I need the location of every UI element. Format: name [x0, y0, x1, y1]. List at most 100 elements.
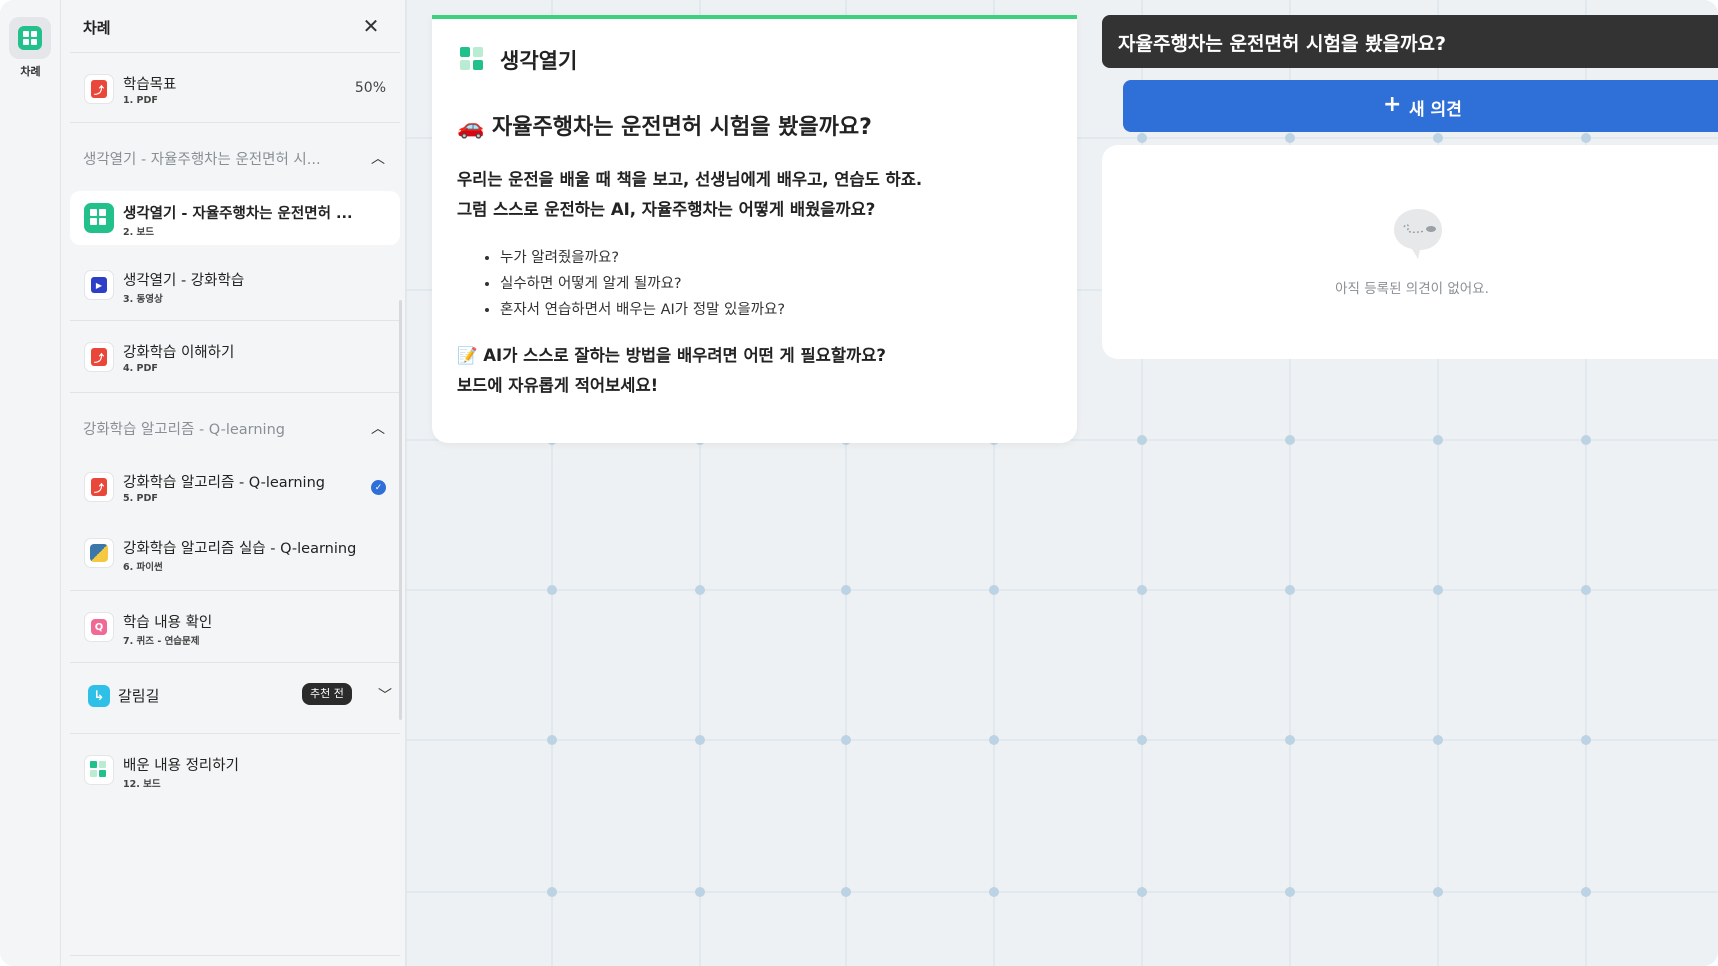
- check-icon: ✓: [371, 480, 386, 495]
- board-icon: [460, 47, 484, 71]
- grid-dot: [1137, 735, 1147, 745]
- grid-dot: [841, 887, 851, 897]
- progress-label: 50%: [354, 80, 386, 96]
- divider: [70, 52, 400, 53]
- grid-dot: [1581, 133, 1591, 143]
- toc-item-learning-goals[interactable]: ⤴ 학습목표 1. PDF 50%: [70, 62, 400, 116]
- toc-item-title: 학습 내용 확인: [123, 615, 213, 631]
- toc-item-sub: 3. 동영상: [123, 294, 163, 305]
- chevron-up-icon: ︿: [371, 151, 385, 167]
- grid-dot: [1433, 133, 1443, 143]
- list-item: 실수하면 어떻게 알게 될까요?: [500, 271, 785, 297]
- left-rail: 차례: [0, 0, 61, 966]
- branch-label: 갈림길: [118, 687, 160, 705]
- grid-dot: [1433, 435, 1443, 445]
- toc-item-pdf[interactable]: ⤴ 강화학습 알고리즘 - Q-learning 5. PDF ✓: [70, 460, 400, 514]
- grid-dot: [547, 735, 557, 745]
- grid-dot: [841, 585, 851, 595]
- grid-dot: [1581, 735, 1591, 745]
- toc-item-pdf[interactable]: ⤴ 강화학습 이해하기 4. PDF: [70, 330, 400, 384]
- toc-item-video[interactable]: ▶ 생각열기 - 강화학습 3. 동영상: [70, 258, 400, 312]
- divider: [70, 320, 400, 321]
- grid-dot: [1581, 887, 1591, 897]
- chevron-down-icon[interactable]: ﹀: [378, 685, 392, 705]
- card-bullet-list: 누가 알려줬을까요? 실수하면 어떻게 알게 될까요? 혼자서 연습하면서 배우…: [482, 245, 785, 323]
- list-item: 누가 알려줬을까요?: [500, 245, 785, 271]
- card-title: 생각열기: [500, 49, 578, 73]
- sidebar-title: 차례: [83, 19, 111, 37]
- toc-item-board-active[interactable]: 생각열기 - 자율주행차는 운전면허 ... 2. 보드: [70, 191, 400, 245]
- grid-dot: [1581, 435, 1591, 445]
- empty-state-text: 아직 등록된 의견이 없어요.: [1335, 281, 1489, 297]
- toc-section-header[interactable]: 강화학습 알고리즘 - Q-learning ︿: [83, 418, 393, 440]
- card-footer-line: 📝 AI가 스스로 잘하는 방법을 배우려면 어떤 게 필요할까요?: [457, 346, 886, 365]
- close-icon[interactable]: ✕: [359, 14, 383, 38]
- grid-dot: [1433, 887, 1443, 897]
- grid-dot: [1285, 435, 1295, 445]
- toc-item-python[interactable]: 강화학습 알고리즘 실습 - Q-learning 6. 파이썬: [70, 526, 400, 580]
- divider: [70, 392, 400, 393]
- grid-dot: [989, 735, 999, 745]
- card-paragraph: 우리는 운전을 배울 때 책을 보고, 선생님에게 배우고, 연습도 하죠. 그…: [457, 165, 922, 225]
- card-footer: 📝 AI가 스스로 잘하는 방법을 배우려면 어떤 게 필요할까요? 보드에 자…: [457, 341, 886, 401]
- board-icon: [84, 755, 114, 785]
- grid-dot: [695, 887, 705, 897]
- section-label: 생각열기 - 자율주행차는 운전면허 시...: [83, 152, 321, 168]
- board-icon: [18, 26, 42, 50]
- new-opinion-label: 새 의견: [1409, 100, 1462, 120]
- new-opinion-button[interactable]: + 새 의견: [1123, 80, 1718, 132]
- toc-item-sub: 5. PDF: [123, 493, 158, 504]
- card-paragraph-line: 그럼 스스로 운전하는 AI, 자율주행차는 어떻게 배웠을까요?: [457, 200, 876, 219]
- toc-item-title: 생각열기 - 자율주행차는 운전면허 ...: [123, 206, 353, 222]
- branch-icon: ↳: [84, 681, 114, 711]
- grid-dot: [1285, 133, 1295, 143]
- grid-dot: [1433, 735, 1443, 745]
- grid-dot: [547, 585, 557, 595]
- python-icon: [84, 538, 114, 568]
- toc-item-board[interactable]: 배운 내용 정리하기 12. 보드: [70, 743, 400, 797]
- sidebar-scrollbar[interactable]: [399, 300, 402, 720]
- toc-item-sub: 2. 보드: [123, 227, 155, 238]
- grid-dot: [1285, 735, 1295, 745]
- divider: [70, 590, 400, 591]
- grid-dot: [989, 887, 999, 897]
- opinion-panel-header: 자율주행차는 운전면허 시험을 봤을까요?: [1102, 15, 1718, 68]
- toc-item-title: 생각열기 - 강화학습: [123, 273, 245, 289]
- toc-item-sub: 4. PDF: [123, 363, 158, 374]
- card-footer-line: 보드에 자유롭게 적어보세요!: [457, 376, 659, 395]
- toc-item-title: 배운 내용 정리하기: [123, 758, 239, 774]
- toc-item-sub: 7. 퀴즈 - 연습문제: [123, 636, 200, 647]
- toc-item-title: 학습목표: [123, 77, 177, 93]
- grid-dot: [1285, 887, 1295, 897]
- grid-dot: [841, 735, 851, 745]
- toc-rail-button[interactable]: [9, 17, 51, 59]
- opinion-list-empty: 아직 등록된 의견이 없어요.: [1102, 145, 1718, 359]
- toc-item-title: 강화학습 알고리즘 실습 - Q-learning: [123, 541, 357, 557]
- empty-speech-bubble-icon: [1394, 209, 1442, 259]
- pdf-icon: ⤴: [84, 342, 114, 372]
- grid-dot: [989, 585, 999, 595]
- status-badge: 추천 전: [302, 683, 352, 705]
- rail-label: 차례: [20, 65, 41, 78]
- grid-dot: [1285, 585, 1295, 595]
- toc-sidebar: 차례 ✕ ⤴ 학습목표 1. PDF 50% 생각열기 - 자율주행차는 운전면…: [61, 0, 406, 966]
- chevron-up-icon: ︿: [371, 421, 385, 437]
- toc-branch[interactable]: ↳ 갈림길 추천 전 ﹀: [70, 673, 400, 717]
- toc-section-header[interactable]: 생각열기 - 자율주행차는 운전면허 시... ︿: [83, 148, 393, 170]
- grid-dot: [1137, 585, 1147, 595]
- section-label: 강화학습 알고리즘 - Q-learning: [83, 422, 285, 438]
- divider: [70, 955, 400, 956]
- toc-item-sub: 12. 보드: [123, 779, 161, 790]
- toc-item-sub: 6. 파이썬: [123, 562, 163, 573]
- divider: [70, 662, 400, 663]
- pdf-icon: ⤴: [84, 74, 114, 104]
- toc-item-sub: 1. PDF: [123, 95, 158, 106]
- sidebar-header: 차례 ✕: [61, 0, 406, 52]
- card-paragraph-line: 우리는 운전을 배울 때 책을 보고, 선생님에게 배우고, 연습도 하죠.: [457, 170, 923, 189]
- toc-item-quiz[interactable]: Q 학습 내용 확인 7. 퀴즈 - 연습문제: [70, 600, 400, 654]
- divider: [70, 733, 400, 734]
- app-window: 차례 차례 ✕ ⤴ 학습목표 1. PDF 50% 생각열기 - 자율주행차는 …: [0, 0, 1718, 966]
- plus-icon: +: [1383, 92, 1402, 117]
- divider: [70, 122, 400, 123]
- board-icon: [84, 203, 114, 233]
